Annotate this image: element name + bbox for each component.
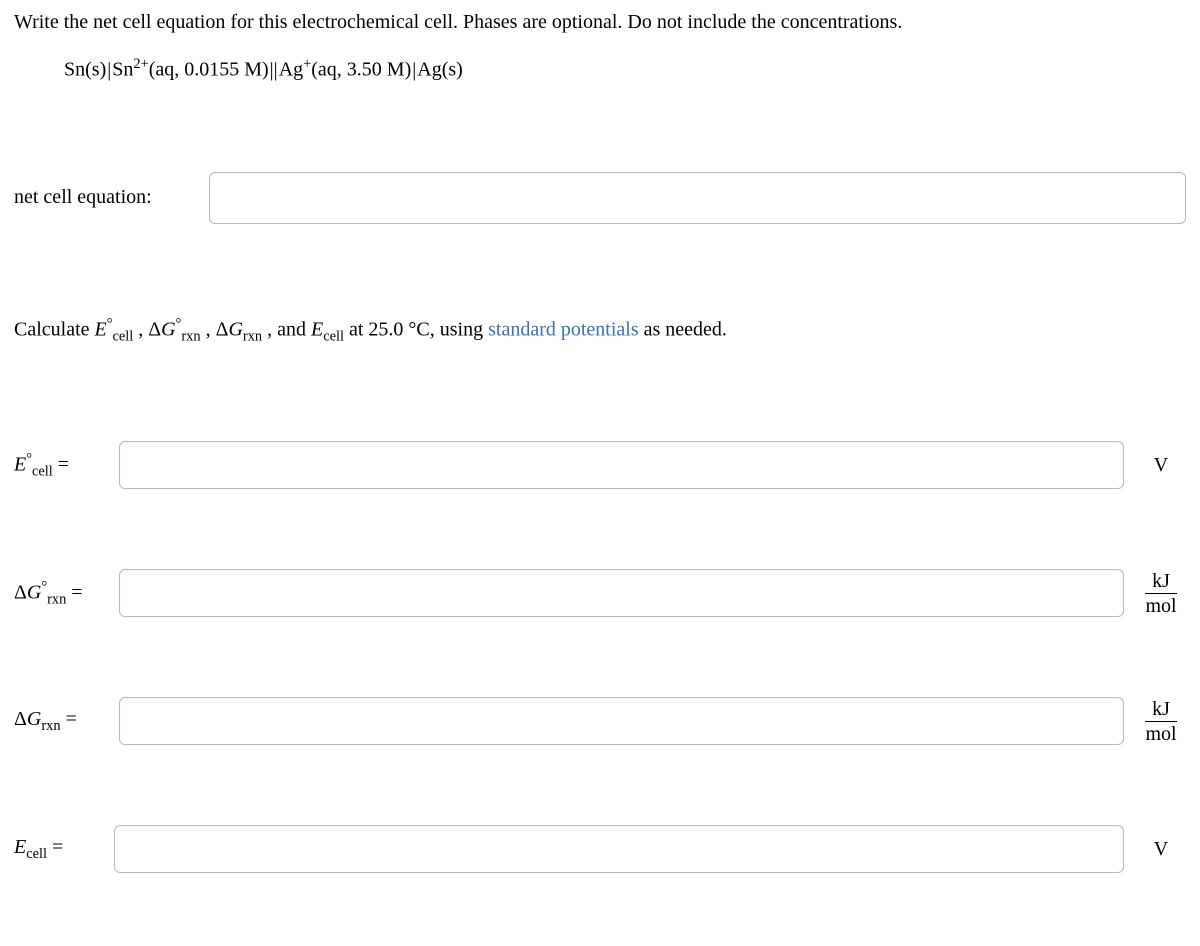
dg-rxn-label: ΔGrxn =: [14, 708, 119, 735]
e-std-cell-input[interactable]: [119, 441, 1124, 489]
dg-std-rxn-input[interactable]: [119, 569, 1124, 617]
calculate-instruction: Calculate E°cell , ΔG°rxn , ΔGrxn , and …: [14, 314, 1186, 347]
dg-rxn-input[interactable]: [119, 697, 1124, 745]
unit-v: V: [1136, 454, 1186, 477]
net-cell-equation-input[interactable]: [209, 172, 1186, 224]
e-cell-input[interactable]: [114, 825, 1124, 873]
standard-potentials-link[interactable]: standard potentials: [488, 318, 639, 340]
question-intro: Write the net cell equation for this ele…: [14, 8, 1186, 36]
e-std-cell-label: E°cell =: [14, 451, 119, 481]
e-cell-label: Ecell =: [14, 836, 114, 863]
dg-std-rxn-label: ΔG°rxn =: [14, 579, 119, 609]
unit-kj-mol: kJmol: [1136, 570, 1186, 617]
cell-notation: Sn(s)|Sn2+(aq, 0.0155 M)||Ag+(aq, 3.50 M…: [64, 56, 1186, 82]
unit-v-2: V: [1136, 838, 1186, 861]
net-cell-label: net cell equation:: [14, 186, 209, 209]
unit-kj-mol-2: kJmol: [1136, 698, 1186, 745]
